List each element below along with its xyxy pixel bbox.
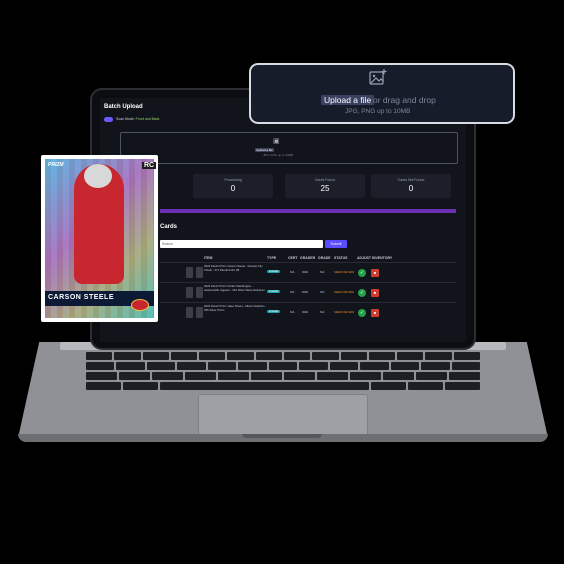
cards-heading: Cards bbox=[160, 224, 178, 230]
stat-cards-not-found: Cards Not Found 0 bbox=[371, 174, 451, 198]
row-item: 2024 Panini Prizm Carson Steele - Kansas… bbox=[204, 264, 263, 272]
row-grader: RAW bbox=[302, 271, 308, 274]
team-logo bbox=[131, 299, 149, 311]
col-type: TYPE bbox=[267, 256, 277, 260]
page-title: Batch Upload bbox=[104, 104, 143, 110]
row-item: 2024 Panini Prizm Parker Washington - Ja… bbox=[204, 284, 265, 292]
image-upload-icon: ▣ bbox=[273, 138, 280, 145]
row-grade: N/A bbox=[320, 291, 325, 294]
delete-trash-icon[interactable]: ■ bbox=[371, 289, 379, 297]
player-name: CARSON STEELE bbox=[48, 294, 115, 301]
card-brand: PRIZM bbox=[48, 162, 64, 168]
card-thumbnail bbox=[186, 307, 193, 318]
card-thumbnail bbox=[196, 287, 203, 298]
col-grade: GRADE bbox=[318, 256, 331, 260]
col-item: ITEM bbox=[204, 256, 213, 260]
image-upload-icon bbox=[369, 69, 387, 85]
approve-check-icon[interactable]: ✓ bbox=[358, 269, 366, 277]
row-item: 2024 Panini Prizm Jalen Rivers - Miami D… bbox=[204, 304, 267, 312]
scan-mode-toggle[interactable] bbox=[104, 117, 113, 122]
row-cert: N/A bbox=[290, 271, 295, 274]
upload-file-link[interactable]: Upload a file bbox=[321, 95, 375, 105]
stat-processing: Processing 0 bbox=[193, 174, 273, 198]
card-thumbnail bbox=[186, 267, 193, 278]
row-grade: N/A bbox=[320, 271, 325, 274]
stat-cards-found: Cards Found 25 bbox=[285, 174, 365, 198]
search-input[interactable]: Search bbox=[160, 240, 323, 248]
trackpad bbox=[198, 394, 368, 436]
table-row[interactable]: 2024 Panini Prizm Carson Steele - Kansas… bbox=[160, 262, 456, 282]
table-row[interactable]: 2024 Panini Prizm Jalen Rivers - Miami D… bbox=[160, 302, 456, 322]
type-badge: Football bbox=[267, 310, 280, 313]
upload-dropzone[interactable] bbox=[120, 132, 458, 164]
delete-trash-icon[interactable]: ■ bbox=[371, 269, 379, 277]
type-badge: Football bbox=[267, 270, 280, 273]
type-badge: Football bbox=[267, 290, 280, 293]
upload-link[interactable]: Upload a file bbox=[255, 148, 274, 152]
approve-check-icon[interactable]: ✓ bbox=[358, 309, 366, 317]
row-grader: RAW bbox=[302, 291, 308, 294]
upload-hint: JPG, PNG up to 10MB bbox=[345, 108, 411, 115]
col-status: STATUS bbox=[334, 256, 348, 260]
col-grader: GRADER bbox=[300, 256, 316, 260]
table-row[interactable]: 2024 Panini Prizm Parker Washington - Ja… bbox=[160, 282, 456, 302]
row-status: NEEDS REVIEW bbox=[334, 311, 354, 314]
row-status: NEEDS REVIEW bbox=[334, 271, 354, 274]
laptop-notch bbox=[242, 434, 322, 438]
col-cert: CERT bbox=[288, 256, 298, 260]
scan-mode-label: Scan Mode: Front and Back bbox=[116, 117, 160, 121]
card-thumbnail bbox=[186, 287, 193, 298]
row-grader: RAW bbox=[302, 311, 308, 314]
col-adjust: ADJUST INVENTORY bbox=[357, 256, 393, 260]
upload-hint: JPG, PNG up to 10MB bbox=[263, 153, 294, 157]
delete-trash-icon[interactable]: ■ bbox=[371, 309, 379, 317]
row-cert: N/A bbox=[290, 291, 295, 294]
row-cert: N/A bbox=[290, 311, 295, 314]
row-grade: N/A bbox=[320, 311, 325, 314]
drag-drop-text: or drag and drop bbox=[373, 95, 436, 105]
approve-check-icon[interactable]: ✓ bbox=[358, 289, 366, 297]
progress-bar bbox=[160, 209, 456, 213]
row-status: NEEDS REVIEW bbox=[334, 291, 354, 294]
submit-button[interactable]: Submit bbox=[325, 240, 347, 248]
scan-mode-value: Front and Back bbox=[135, 117, 160, 121]
card-thumbnail bbox=[196, 267, 203, 278]
player-helmet bbox=[84, 164, 112, 188]
card-thumbnail bbox=[196, 307, 203, 318]
rookie-badge: RC bbox=[142, 162, 157, 169]
keyboard bbox=[86, 352, 481, 390]
